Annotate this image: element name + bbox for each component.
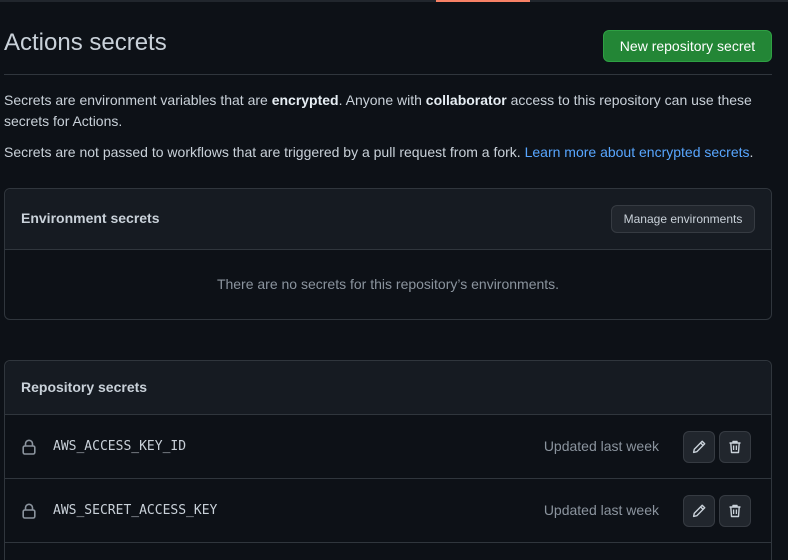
top-divider	[0, 0, 788, 2]
secret-name: AWS_SECRET_ACCESS_KEY	[53, 503, 218, 518]
description-emphasis-encrypted: encrypted	[271, 92, 339, 108]
selected-tab-indicator	[436, 0, 530, 2]
environment-secrets-box: Environment secrets Manage environments …	[4, 188, 772, 320]
fork-notice-end: .	[749, 144, 754, 160]
secret-row: AWS_ACCESS_KEY_ID Updated last week	[5, 415, 771, 479]
repository-secrets-box: Repository secrets AWS_ACCESS_KEY_ID Upd…	[4, 360, 772, 560]
secrets-description: Secrets are environment variables that a…	[4, 90, 764, 132]
secret-updated-time: Updated last week	[543, 438, 659, 454]
page-header: Actions secrets New repository secret	[4, 28, 772, 75]
lock-icon	[22, 503, 36, 519]
repository-secrets-title: Repository secrets	[21, 379, 148, 395]
pencil-icon	[692, 504, 706, 518]
secret-row: AWS_SECRET_ACCESS_KEY Updated last week	[5, 479, 771, 543]
edit-secret-button[interactable]	[683, 431, 715, 463]
fork-notice-text: Secrets are not passed to workflows that…	[4, 144, 525, 160]
environment-secrets-title: Environment secrets	[21, 210, 160, 226]
pencil-icon	[692, 440, 706, 454]
delete-secret-button[interactable]	[719, 431, 751, 463]
new-repository-secret-button[interactable]: New repository secret	[603, 30, 772, 62]
trash-icon	[729, 504, 741, 518]
lock-icon	[22, 439, 36, 455]
delete-secret-button[interactable]	[719, 495, 751, 527]
secret-updated-time: Updated last week	[543, 502, 659, 518]
repository-secrets-header: Repository secrets	[5, 361, 771, 415]
description-emphasis-collaborator: collaborator	[425, 92, 507, 108]
trash-icon	[729, 440, 741, 454]
manage-environments-button[interactable]: Manage environments	[611, 205, 755, 233]
environment-secrets-empty-message: There are no secrets for this repository…	[216, 276, 560, 292]
page-title: Actions secrets	[4, 29, 167, 56]
actions-secrets-page: Actions secrets New repository secret Se…	[0, 0, 788, 560]
secret-name: AWS_ACCESS_KEY_ID	[53, 439, 187, 454]
fork-notice: Secrets are not passed to workflows that…	[4, 142, 764, 163]
description-text: . Anyone with	[338, 92, 426, 108]
edit-secret-button[interactable]	[683, 495, 715, 527]
environment-secrets-header: Environment secrets Manage environments	[5, 189, 771, 250]
learn-more-link[interactable]: Learn more about encrypted secrets	[525, 144, 750, 160]
description-text: Secrets are environment variables that a…	[4, 92, 272, 108]
